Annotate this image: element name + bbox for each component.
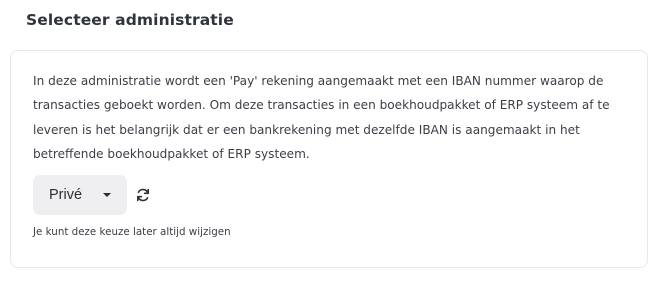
administration-select[interactable]: Privé <box>33 175 127 215</box>
caret-down-icon <box>103 193 111 197</box>
page: Selecteer administratie In deze administ… <box>0 0 665 284</box>
page-title: Selecteer administratie <box>26 11 234 29</box>
administration-select-value: Privé <box>49 187 83 203</box>
hint-text: Je kunt deze keuze later altijd wijzigen <box>33 226 231 238</box>
administration-card: In deze administratie wordt een 'Pay' re… <box>10 50 648 268</box>
card-description: In deze administratie wordt een 'Pay' re… <box>33 74 610 162</box>
refresh-icon[interactable] <box>135 187 151 203</box>
